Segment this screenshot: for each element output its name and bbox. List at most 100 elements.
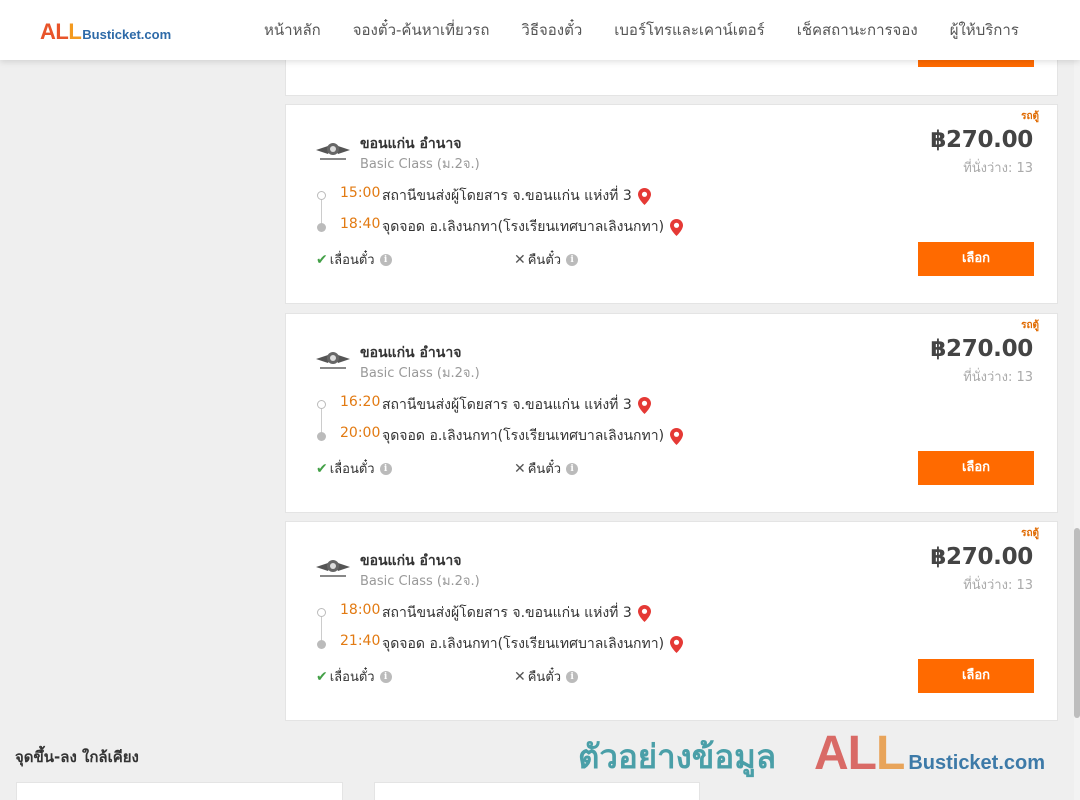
info-icon[interactable]: i xyxy=(379,462,392,475)
info-icon[interactable]: i xyxy=(566,253,579,266)
trip-card: รถตู้ ขอนแก่น อำนาจ Basic Class (ม.2จ.) … xyxy=(285,521,1058,721)
depart-stop: สถานีขนส่งผู้โดยสาร จ.ขอนแก่น แห่งที่ 3 xyxy=(382,185,651,207)
operator-logo-icon xyxy=(316,352,350,369)
route-name: ขอนแก่น อำนาจ xyxy=(360,345,462,361)
arrive-stop-name: จุดจอด อ.เลิงนกทา(โรงเรียนเทศบาลเลิงนกทา… xyxy=(382,219,665,235)
main-nav: หน้าหลัก จองตั๋ว-ค้นหาเที่ยวรถ วิธีจองตั… xyxy=(248,0,1035,60)
depart-time: 18:00 xyxy=(340,602,381,618)
arrive-stop: จุดจอด อ.เลิงนกทา(โรงเรียนเทศบาลเลิงนกทา… xyxy=(382,425,684,447)
info-icon[interactable]: i xyxy=(379,670,392,683)
trip-card: รถตู้ ขอนแก่น อำนาจ Basic Class (ม.2จ.) … xyxy=(285,313,1058,513)
nav-operators[interactable]: ผู้ให้บริการ xyxy=(934,18,1035,42)
watermark-logo-domain: Busticket.com xyxy=(908,752,1046,774)
operator-logo-icon xyxy=(316,143,350,160)
timeline-arrive-dot xyxy=(317,432,326,441)
check-icon: ✔ xyxy=(316,668,328,685)
select-button-partial[interactable] xyxy=(918,59,1034,67)
price: ฿270.00 xyxy=(930,336,1033,362)
feature-reschedule: ✔ เลื่อนตั๋ว i xyxy=(316,249,392,270)
nav-check-status[interactable]: เช็คสถานะการจอง xyxy=(781,18,934,42)
timeline-arrive-dot xyxy=(317,223,326,232)
depart-stop: สถานีขนส่งผู้โดยสาร จ.ขอนแก่น แห่งที่ 3 xyxy=(382,602,651,624)
feature-refund-label: คืนตั๋ว xyxy=(527,670,562,685)
route-name: ขอนแก่น อำนาจ xyxy=(360,136,462,152)
nav-contacts[interactable]: เบอร์โทรและเคาน์เตอร์ xyxy=(598,18,780,42)
timeline-depart-dot xyxy=(317,400,326,409)
depart-stop-name: สถานีขนส่งผู้โดยสาร จ.ขอนแก่น แห่งที่ 3 xyxy=(382,397,632,413)
arrive-time: 20:00 xyxy=(340,425,381,441)
price: ฿270.00 xyxy=(930,127,1033,153)
depart-time: 16:20 xyxy=(340,394,381,410)
map-pin-icon[interactable] xyxy=(637,396,651,414)
timeline-line xyxy=(321,406,322,434)
feature-reschedule-label: เลื่อนตั๋ว xyxy=(329,253,375,268)
info-icon[interactable]: i xyxy=(566,670,579,683)
bus-class: Basic Class (ม.2จ.) xyxy=(360,574,480,589)
watermark-logo: ALL Busticket.com xyxy=(814,726,1045,781)
feature-refund-label: คืนตั๋ว xyxy=(527,462,562,477)
watermark-text: ตัวอย่างข้อมูล xyxy=(578,737,777,776)
logo-all: ALL xyxy=(40,19,82,45)
arrive-stop: จุดจอด อ.เลิงนกทา(โรงเรียนเทศบาลเลิงนกทา… xyxy=(382,633,684,655)
nav-home[interactable]: หน้าหลัก xyxy=(248,18,337,42)
arrive-time: 21:40 xyxy=(340,633,381,649)
feature-refund: ✕ คืนตั๋ว i xyxy=(514,249,579,270)
map-pin-icon[interactable] xyxy=(670,635,684,653)
check-icon: ✔ xyxy=(316,251,328,268)
site-logo[interactable]: ALL Busticket.com xyxy=(40,19,171,45)
vehicle-type-tag: รถตู้ xyxy=(1021,320,1039,331)
arrive-stop-name: จุดจอด อ.เลิงนกทา(โรงเรียนเทศบาลเลิงนกทา… xyxy=(382,428,665,444)
price: ฿270.00 xyxy=(930,544,1033,570)
nav-book-search[interactable]: จองตั๋ว-ค้นหาเที่ยวรถ xyxy=(337,18,506,42)
seats-available: ที่นั่งว่าง: 13 xyxy=(963,578,1033,593)
seats-available: ที่นั่งว่าง: 13 xyxy=(963,370,1033,385)
logo-all-part1: AL xyxy=(40,19,69,44)
arrive-time: 18:40 xyxy=(340,216,381,232)
cross-icon: ✕ xyxy=(514,668,526,685)
info-icon[interactable]: i xyxy=(379,253,392,266)
watermark-all-part1: AL xyxy=(814,727,877,780)
depart-stop: สถานีขนส่งผู้โดยสาร จ.ขอนแก่น แห่งที่ 3 xyxy=(382,394,651,416)
map-pin-icon[interactable] xyxy=(670,427,684,445)
timeline-depart-dot xyxy=(317,191,326,200)
depart-time: 15:00 xyxy=(340,185,381,201)
cross-icon: ✕ xyxy=(514,460,526,477)
timeline-arrive-dot xyxy=(317,640,326,649)
trip-card: รถตู้ ขอนแก่น อำนาจ Basic Class (ม.2จ.) … xyxy=(285,104,1058,304)
map-pin-icon[interactable] xyxy=(637,187,651,205)
feature-refund-label: คืนตั๋ว xyxy=(527,253,562,268)
watermark-all-part2: L xyxy=(875,727,905,780)
depart-stop-name: สถานีขนส่งผู้โดยสาร จ.ขอนแก่น แห่งที่ 3 xyxy=(382,605,632,621)
nearby-stop-card[interactable] xyxy=(16,782,343,800)
timeline-line xyxy=(321,197,322,225)
timeline-depart-dot xyxy=(317,608,326,617)
feature-reschedule-label: เลื่อนตั๋ว xyxy=(329,462,375,477)
vehicle-type-tag: รถตู้ xyxy=(1021,528,1039,539)
feature-reschedule: ✔ เลื่อนตั๋ว i xyxy=(316,666,392,687)
nav-how-to-book[interactable]: วิธีจองตั๋ว xyxy=(505,18,598,42)
seats-available: ที่นั่งว่าง: 13 xyxy=(963,161,1033,176)
arrive-stop: จุดจอด อ.เลิงนกทา(โรงเรียนเทศบาลเลิงนกทา… xyxy=(382,216,684,238)
nearby-stop-card[interactable] xyxy=(374,782,700,800)
map-pin-icon[interactable] xyxy=(637,604,651,622)
check-icon: ✔ xyxy=(316,460,328,477)
feature-reschedule: ✔ เลื่อนตั๋ว i xyxy=(316,458,392,479)
map-pin-icon[interactable] xyxy=(670,218,684,236)
logo-domain: Busticket.com xyxy=(82,27,172,42)
nearby-stops-title: จุดขึ้น-ลง ใกล้เคียง xyxy=(15,748,139,766)
arrive-stop-name: จุดจอด อ.เลิงนกทา(โรงเรียนเทศบาลเลิงนกทา… xyxy=(382,636,665,652)
feature-reschedule-label: เลื่อนตั๋ว xyxy=(329,670,375,685)
vehicle-type-tag: รถตู้ xyxy=(1021,111,1039,122)
logo-all-part2: L xyxy=(68,19,82,44)
select-button[interactable]: เลือก xyxy=(918,242,1034,276)
timeline-line xyxy=(321,614,322,642)
select-button[interactable]: เลือก xyxy=(918,659,1034,693)
route-name: ขอนแก่น อำนาจ xyxy=(360,553,462,569)
site-header: ALL Busticket.com หน้าหลัก จองตั๋ว-ค้นหา… xyxy=(0,0,1080,60)
watermark-logo-all: ALL xyxy=(814,726,905,781)
info-icon[interactable]: i xyxy=(566,462,579,475)
select-button[interactable]: เลือก xyxy=(918,451,1034,485)
scrollbar-thumb[interactable] xyxy=(1074,528,1080,718)
depart-stop-name: สถานีขนส่งผู้โดยสาร จ.ขอนแก่น แห่งที่ 3 xyxy=(382,188,632,204)
bus-class: Basic Class (ม.2จ.) xyxy=(360,366,480,381)
